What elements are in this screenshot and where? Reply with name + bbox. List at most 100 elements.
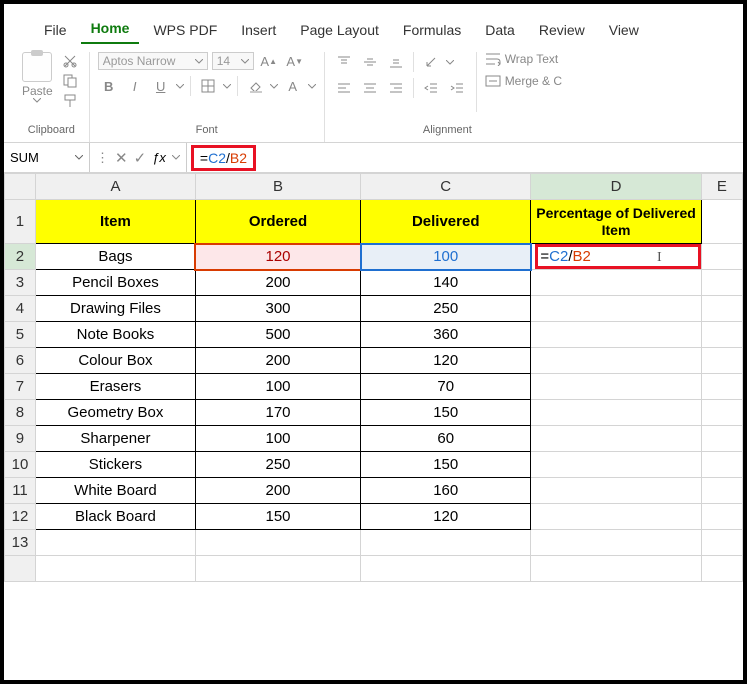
row-header-1[interactable]: 1	[5, 200, 36, 244]
cell-A10[interactable]: Stickers	[35, 452, 195, 478]
cell-C3[interactable]: 140	[361, 270, 531, 296]
cell-B1[interactable]: Ordered	[195, 200, 360, 244]
cell-D11[interactable]	[531, 478, 701, 504]
spreadsheet[interactable]: A B C D E 1 Item Ordered Delivered Perce…	[4, 173, 743, 680]
cell-C11[interactable]: 160	[361, 478, 531, 504]
cell-E7[interactable]	[701, 374, 742, 400]
select-all-corner[interactable]	[5, 174, 36, 200]
row-header-7[interactable]: 7	[5, 374, 36, 400]
cell-E5[interactable]	[701, 322, 742, 348]
cell-D10[interactable]	[531, 452, 701, 478]
font-color-button[interactable]: A	[282, 77, 304, 95]
tab-review[interactable]: Review	[529, 16, 595, 44]
cancel-formula-button[interactable]: ✕	[115, 149, 128, 167]
cell-E9[interactable]	[701, 426, 742, 452]
tab-data[interactable]: Data	[475, 16, 525, 44]
cell-E3[interactable]	[701, 270, 742, 296]
cell-D4[interactable]	[531, 296, 701, 322]
font-name-select[interactable]: Aptos Narrow	[98, 52, 208, 70]
increase-font-icon[interactable]: A▲	[258, 52, 280, 70]
cell-A8[interactable]: Geometry Box	[35, 400, 195, 426]
row-header-blank[interactable]	[5, 556, 36, 582]
cell-C6[interactable]: 120	[361, 348, 531, 374]
chevron-down-icon[interactable]	[176, 84, 184, 89]
italic-button[interactable]: I	[124, 77, 146, 95]
cell-E2[interactable]	[701, 244, 742, 270]
cell-B13[interactable]	[195, 530, 360, 556]
cell-A11[interactable]: White Board	[35, 478, 195, 504]
cut-button[interactable]	[59, 52, 81, 70]
wrap-text-button[interactable]: Wrap Text	[485, 52, 562, 66]
fill-color-button[interactable]	[244, 77, 266, 95]
underline-button[interactable]: U	[150, 77, 172, 95]
format-painter-button[interactable]	[59, 92, 81, 110]
cell-E6[interactable]	[701, 348, 742, 374]
cell-C2[interactable]: 100	[361, 244, 531, 270]
cell-C13[interactable]	[361, 530, 531, 556]
cell-D1[interactable]: Percentage of Delivered Item	[531, 200, 701, 244]
cell-C12[interactable]: 120	[361, 504, 531, 530]
increase-indent-button[interactable]	[446, 79, 468, 97]
cell-E10[interactable]	[701, 452, 742, 478]
cell-E1[interactable]	[701, 200, 742, 244]
tab-wpspdf[interactable]: WPS PDF	[143, 16, 227, 44]
bold-button[interactable]: B	[98, 77, 120, 95]
decrease-indent-button[interactable]	[420, 79, 442, 97]
chevron-down-icon[interactable]	[270, 84, 278, 89]
cell-D3[interactable]	[531, 270, 701, 296]
cell-B5[interactable]: 500	[195, 322, 360, 348]
align-left-button[interactable]	[333, 79, 355, 97]
cell-A2[interactable]: Bags	[35, 244, 195, 270]
tab-page-layout[interactable]: Page Layout	[290, 16, 389, 44]
row-header-6[interactable]: 6	[5, 348, 36, 374]
cell-B10[interactable]: 250	[195, 452, 360, 478]
align-middle-button[interactable]	[359, 53, 381, 71]
cell-D2[interactable]: =C2/B2 I	[531, 244, 701, 270]
cell-A1[interactable]: Item	[35, 200, 195, 244]
row-header-2[interactable]: 2	[5, 244, 36, 270]
row-header-9[interactable]: 9	[5, 426, 36, 452]
cell-D13[interactable]	[531, 530, 701, 556]
merge-center-button[interactable]: Merge & C	[485, 74, 562, 88]
row-header-11[interactable]: 11	[5, 478, 36, 504]
cell-B3[interactable]: 200	[195, 270, 360, 296]
row-header-4[interactable]: 4	[5, 296, 36, 322]
cell-C10[interactable]: 150	[361, 452, 531, 478]
cell-E4[interactable]	[701, 296, 742, 322]
formula-input[interactable]: =C2/B2	[191, 145, 256, 171]
cell-E13[interactable]	[701, 530, 742, 556]
cell-A6[interactable]: Colour Box	[35, 348, 195, 374]
cell-B12[interactable]: 150	[195, 504, 360, 530]
cell-C7[interactable]: 70	[361, 374, 531, 400]
align-top-button[interactable]	[333, 53, 355, 71]
cell-C4[interactable]: 250	[361, 296, 531, 322]
paste-button[interactable]: Paste	[22, 52, 53, 103]
align-bottom-button[interactable]	[385, 53, 407, 71]
row-header-8[interactable]: 8	[5, 400, 36, 426]
cell-C9[interactable]: 60	[361, 426, 531, 452]
row-header-10[interactable]: 10	[5, 452, 36, 478]
cell-C5[interactable]: 360	[361, 322, 531, 348]
cell-D9[interactable]	[531, 426, 701, 452]
copy-button[interactable]	[59, 72, 81, 90]
col-header-A[interactable]: A	[35, 174, 195, 200]
cell-B4[interactable]: 300	[195, 296, 360, 322]
orientation-button[interactable]	[420, 53, 442, 71]
col-header-E[interactable]: E	[701, 174, 742, 200]
cell-E11[interactable]	[701, 478, 742, 504]
row-header-13[interactable]: 13	[5, 530, 36, 556]
cell-C8[interactable]: 150	[361, 400, 531, 426]
cell-B8[interactable]: 170	[195, 400, 360, 426]
decrease-font-icon[interactable]: A▼	[284, 52, 306, 70]
cell-A9[interactable]: Sharpener	[35, 426, 195, 452]
borders-button[interactable]	[197, 77, 219, 95]
cell-A4[interactable]: Drawing Files	[35, 296, 195, 322]
align-center-button[interactable]	[359, 79, 381, 97]
chevron-down-icon[interactable]	[446, 60, 454, 65]
col-header-B[interactable]: B	[195, 174, 360, 200]
chevron-down-icon[interactable]	[223, 84, 231, 89]
fx-button[interactable]: ƒx	[152, 150, 166, 165]
cell-B9[interactable]: 100	[195, 426, 360, 452]
tab-home[interactable]: Home	[81, 14, 140, 44]
row-header-12[interactable]: 12	[5, 504, 36, 530]
